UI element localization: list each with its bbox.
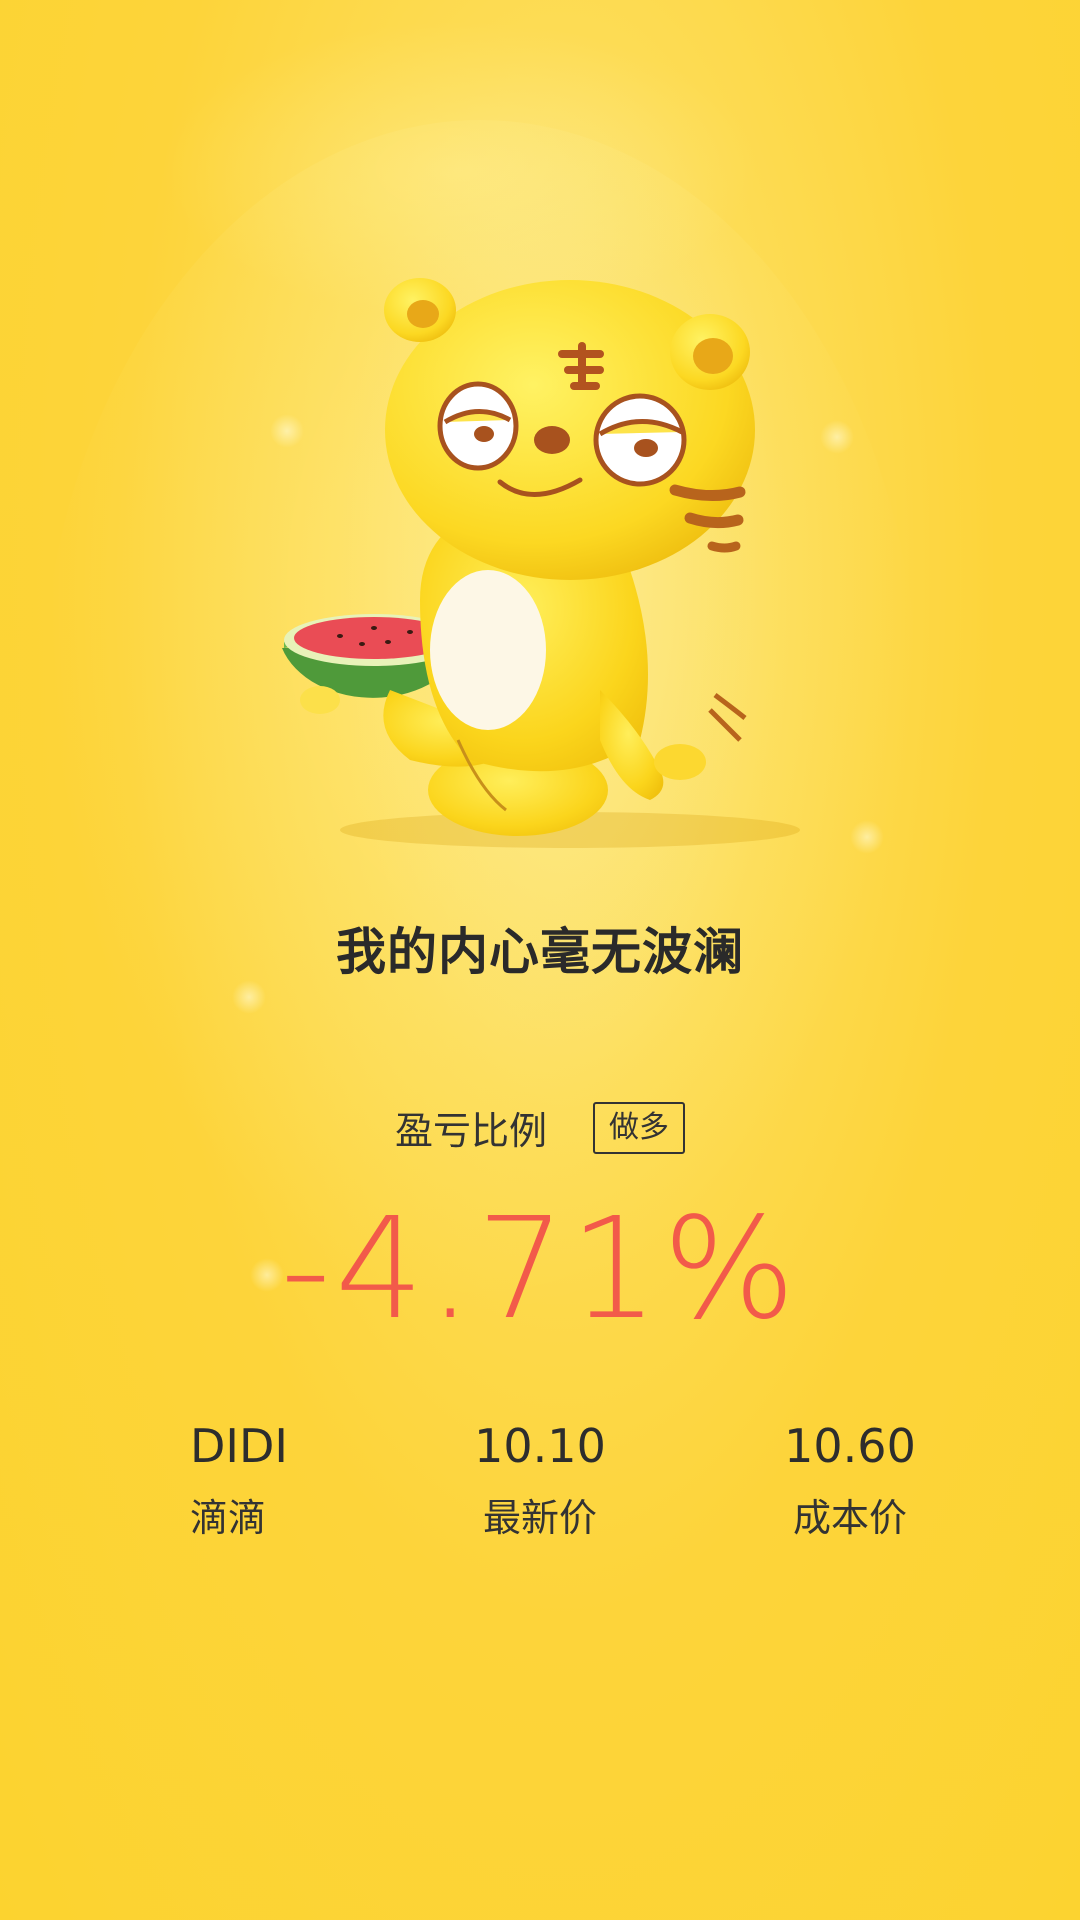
stock-ticker: DIDI [190, 1419, 288, 1473]
stat-ticker: DIDI 滴滴 [190, 1416, 288, 1548]
profit-loss-ratio-label: 盈亏比例 [394, 1109, 547, 1153]
position-long-badge: 做多 [593, 1101, 685, 1154]
tiger-mascot-icon [282, 278, 800, 848]
cost-price-value: 10.60 [784, 1419, 916, 1473]
sparkle [232, 980, 266, 1014]
stat-latest-price: 10.10 最新价 [470, 1416, 610, 1548]
mood-headline: 我的内心毫无波澜 [336, 923, 744, 981]
profit-loss-ratio-row: 盈亏比例 做多 [0, 1100, 1080, 1155]
stock-stats: DIDI 滴滴 10.10 最新价 10.60 成本价 [0, 1416, 1080, 1556]
cost-price-label: 成本价 [792, 1496, 907, 1540]
latest-price-value: 10.10 [474, 1419, 606, 1473]
stock-name: 滴滴 [190, 1496, 267, 1540]
profit-loss-percent: -4.71% [280, 1188, 800, 1351]
stat-cost-price: 10.60 成本价 [780, 1416, 920, 1548]
latest-price-label: 最新价 [482, 1496, 597, 1540]
sparkle [850, 820, 884, 854]
